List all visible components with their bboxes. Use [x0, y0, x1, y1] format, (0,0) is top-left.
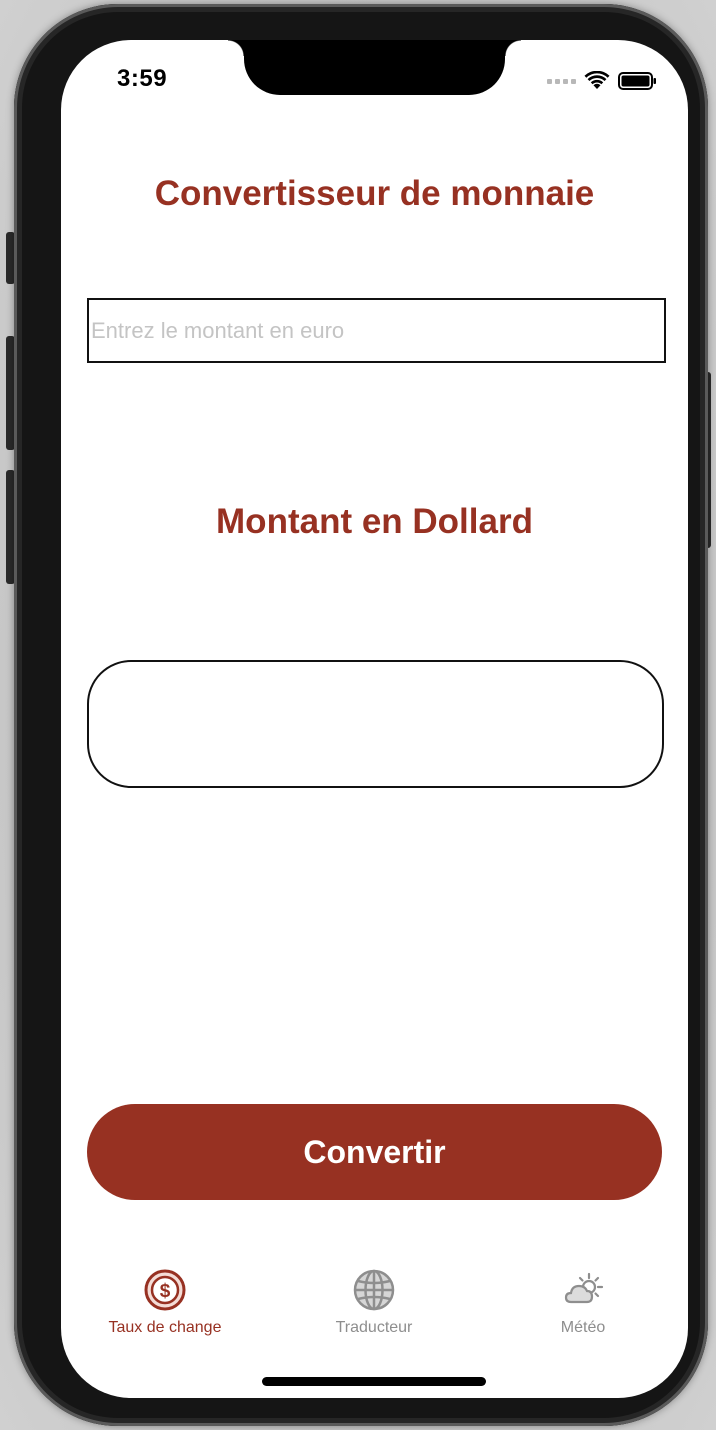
dollar-circle-icon: $: [144, 1269, 186, 1311]
home-indicator: [262, 1377, 486, 1386]
globe-icon: [353, 1269, 395, 1311]
dollar-result-field: [87, 660, 664, 788]
status-time: 3:59: [117, 65, 168, 92]
euro-amount-input[interactable]: [87, 298, 666, 363]
phone-frame: 3:59 Convertisseur de monnaie Montant en…: [14, 4, 708, 1426]
svg-text:$: $: [160, 1281, 171, 1302]
tab-taux-de-change[interactable]: $ Taux de change: [65, 1268, 265, 1337]
cellular-signal-icon: [547, 78, 576, 84]
device-notch: [228, 40, 521, 95]
tab-traducteur[interactable]: Traducteur: [274, 1268, 474, 1337]
tab-label: Traducteur: [335, 1319, 413, 1336]
wifi-icon: [584, 71, 610, 89]
tab-meteo[interactable]: Météo: [483, 1268, 683, 1337]
cloud-sun-icon: [564, 1272, 604, 1304]
result-title: Montant en Dollard: [216, 502, 533, 541]
status-icons: [547, 71, 658, 91]
convert-button[interactable]: Convertir: [87, 1104, 662, 1200]
tab-label: Taux de change: [108, 1319, 222, 1336]
app-screen: 3:59 Convertisseur de monnaie Montant en…: [61, 40, 688, 1398]
tab-bar: $ Taux de change Traducteur Météo: [61, 1268, 688, 1348]
battery-icon: [618, 72, 656, 90]
tab-label: Météo: [560, 1319, 606, 1336]
page-title: Convertisseur de monnaie: [154, 174, 595, 213]
